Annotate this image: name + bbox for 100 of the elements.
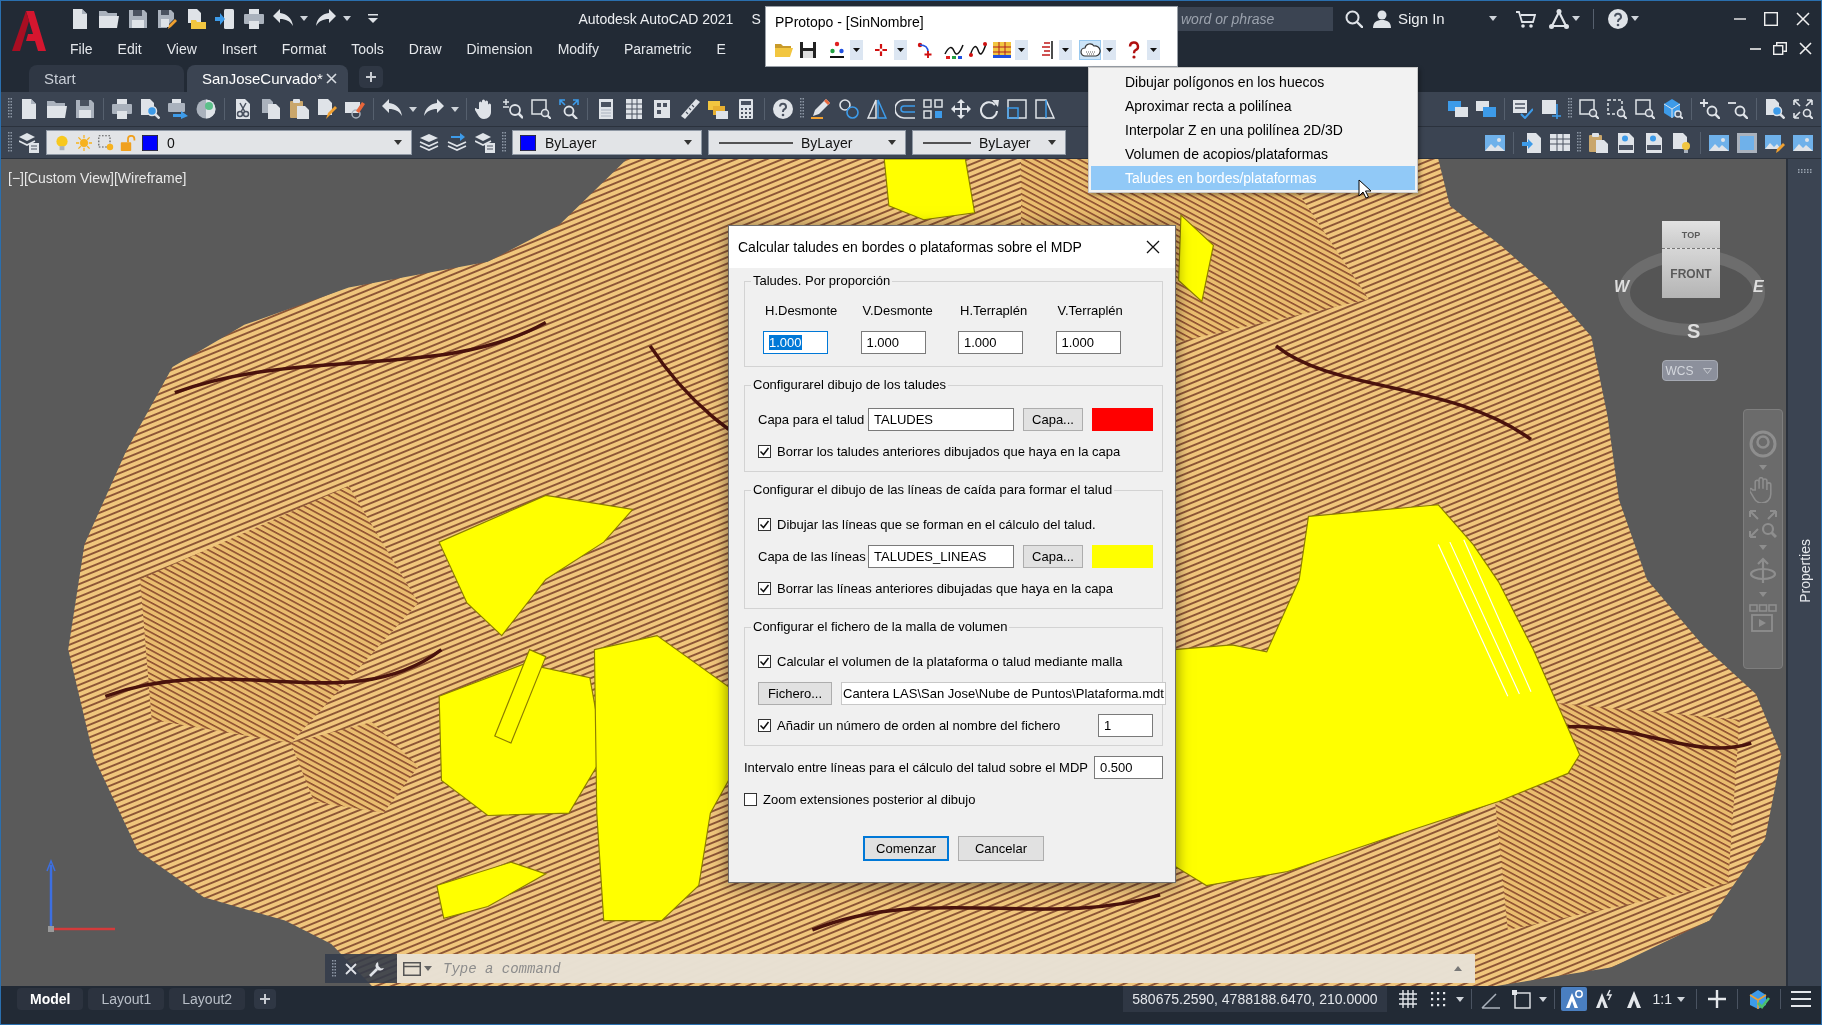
cloud-icon[interactable] (1079, 40, 1101, 60)
toolbar-grip[interactable] (502, 131, 506, 154)
overlapping-squares-icon[interactable] (1448, 99, 1468, 119)
checkbox-label[interactable]: Borrar las líneas anteriores dibujadas que haya en la capa (777, 581, 1114, 596)
square-magnifier-icon[interactable] (1635, 99, 1655, 119)
scissors-page-icon[interactable] (233, 99, 253, 119)
magnifier-minus-icon[interactable] (1728, 99, 1748, 119)
text-field[interactable]: 0.500 (1094, 756, 1163, 779)
checkbox[interactable] (744, 793, 757, 806)
text-field[interactable]: 1 (1098, 714, 1153, 737)
text-field[interactable]: 1.000 (958, 331, 1023, 354)
folder-icon[interactable] (47, 99, 67, 119)
toolbar-grip[interactable] (332, 959, 336, 978)
clipboard-icon[interactable] (1588, 132, 1608, 153)
page-bulb-icon[interactable] (1672, 132, 1692, 153)
caret-icon[interactable] (300, 16, 308, 21)
tablet-arrow-icon[interactable] (214, 8, 235, 29)
panel-icon[interactable] (596, 99, 616, 119)
caret-icon[interactable] (1048, 140, 1056, 145)
color-table-icon[interactable] (991, 40, 1013, 60)
checkbox-label[interactable]: Zoom extensiones posterior al dibujo (763, 792, 976, 807)
layer-color-swatch[interactable] (1092, 408, 1153, 431)
menu-item[interactable]: Draw (396, 40, 454, 57)
curve-points-icon[interactable] (967, 40, 989, 60)
restore-icon[interactable] (1773, 42, 1787, 55)
cube-front-face[interactable]: FRONT (1662, 249, 1720, 298)
picture-pencil-icon[interactable] (1765, 132, 1785, 153)
compass-letter[interactable]: S (1687, 321, 1701, 341)
rotate-arrow-icon[interactable] (979, 99, 999, 119)
maximize-icon[interactable] (1764, 11, 1778, 26)
floppy-disk-pencil-icon[interactable] (156, 8, 177, 29)
menu-icon[interactable] (1791, 990, 1811, 1008)
text-field[interactable]: TALUDES (868, 408, 1014, 431)
menu-item[interactable]: Aproximar recta a polilínea (1091, 94, 1415, 118)
compass-letter[interactable]: E (1753, 279, 1764, 295)
sign-in-link[interactable]: Sign In (1398, 10, 1445, 27)
toolbar-grip[interactable] (800, 98, 804, 120)
folder-icon[interactable] (98, 8, 119, 29)
caret-icon[interactable] (1630, 16, 1639, 21)
caret-icon[interactable] (394, 140, 402, 145)
caret-icon[interactable] (1538, 996, 1547, 1002)
help-icon[interactable] (773, 99, 793, 119)
color-swatch-icon[interactable] (520, 134, 536, 151)
page-icon[interactable] (19, 99, 39, 119)
page-brush-icon[interactable] (317, 99, 337, 119)
checkbox-label[interactable]: Añadir un número de orden al nombre del fichero (777, 718, 1061, 733)
dialog-button[interactable]: Cancelar (958, 836, 1044, 861)
stacked-folders-icon[interactable] (708, 99, 728, 119)
square-magnifier-icon[interactable] (531, 99, 551, 119)
picture-icon[interactable] (1709, 132, 1729, 153)
magnifier-plus-icon[interactable] (1700, 99, 1720, 119)
menu-item[interactable]: Insert (209, 40, 270, 57)
layer-button[interactable]: Capa... (1023, 545, 1083, 568)
page-magnifier-icon[interactable] (1765, 99, 1785, 119)
table-icon[interactable] (1550, 132, 1570, 153)
wrench-icon[interactable] (369, 960, 385, 977)
layout-tab[interactable]: Model (17, 988, 84, 1010)
caret-icon[interactable] (1147, 40, 1160, 60)
menu-item[interactable]: Edit (105, 40, 155, 57)
layers-icon[interactable] (419, 132, 439, 153)
menu-item[interactable]: Parametric (611, 40, 705, 57)
checkbox[interactable] (758, 518, 771, 531)
mirror-triangles-icon[interactable] (867, 99, 887, 119)
lineweight-dropdown[interactable]: ByLayer (912, 130, 1066, 155)
caret-up-icon[interactable] (1454, 966, 1462, 971)
nested-squares-icon[interactable] (1007, 99, 1027, 119)
checkbox[interactable] (758, 719, 771, 732)
menu-item[interactable]: View (154, 40, 210, 57)
caret-icon[interactable] (894, 40, 907, 60)
menu-item[interactable]: Modify (545, 40, 612, 57)
caret-icon[interactable] (1455, 996, 1464, 1002)
picture-icon[interactable] (1793, 132, 1813, 153)
layers-page-icon[interactable] (19, 132, 39, 153)
text-field[interactable]: 1.000 (860, 331, 926, 354)
plus-icon[interactable] (359, 65, 383, 88)
text-field[interactable]: 1.000 (1055, 331, 1121, 354)
menu-item[interactable]: E (704, 40, 739, 57)
caret-icon[interactable] (1015, 40, 1028, 60)
text-field[interactable]: 1.000 (763, 331, 828, 354)
layout-tab[interactable]: Layout1 (88, 988, 165, 1010)
checkbox-label[interactable]: Borrar los taludes anteriores dibujados que haya en la capa (777, 444, 1121, 459)
printer-icon[interactable] (112, 99, 132, 119)
magnifier-arrows-icon[interactable] (559, 99, 579, 119)
viewport-control[interactable]: [Wireframe] (113, 170, 187, 186)
array-grid-icon[interactable] (923, 99, 943, 119)
viewport-control[interactable]: [Custom View] (23, 170, 114, 186)
minimize-icon[interactable] (1734, 17, 1746, 20)
pencil-icon[interactable] (811, 99, 831, 119)
square-magnifier-icon[interactable] (1579, 99, 1599, 119)
triangle-nodes-icon[interactable] (1548, 8, 1569, 29)
overlapping-squares-icon[interactable] (1476, 99, 1496, 119)
caret-icon[interactable] (1677, 996, 1685, 1002)
checkbox[interactable] (758, 445, 771, 458)
file-tab[interactable]: SanJoseCurvado* (187, 65, 348, 92)
menu-item[interactable]: Tools (338, 40, 397, 57)
page-folder-icon[interactable] (185, 8, 206, 29)
file-tile-icon[interactable] (1644, 132, 1664, 153)
stacked-pages-icon[interactable] (261, 99, 281, 119)
cross-arrows-magnifier-icon[interactable] (1793, 99, 1813, 119)
toolbar-grip[interactable] (8, 131, 12, 154)
